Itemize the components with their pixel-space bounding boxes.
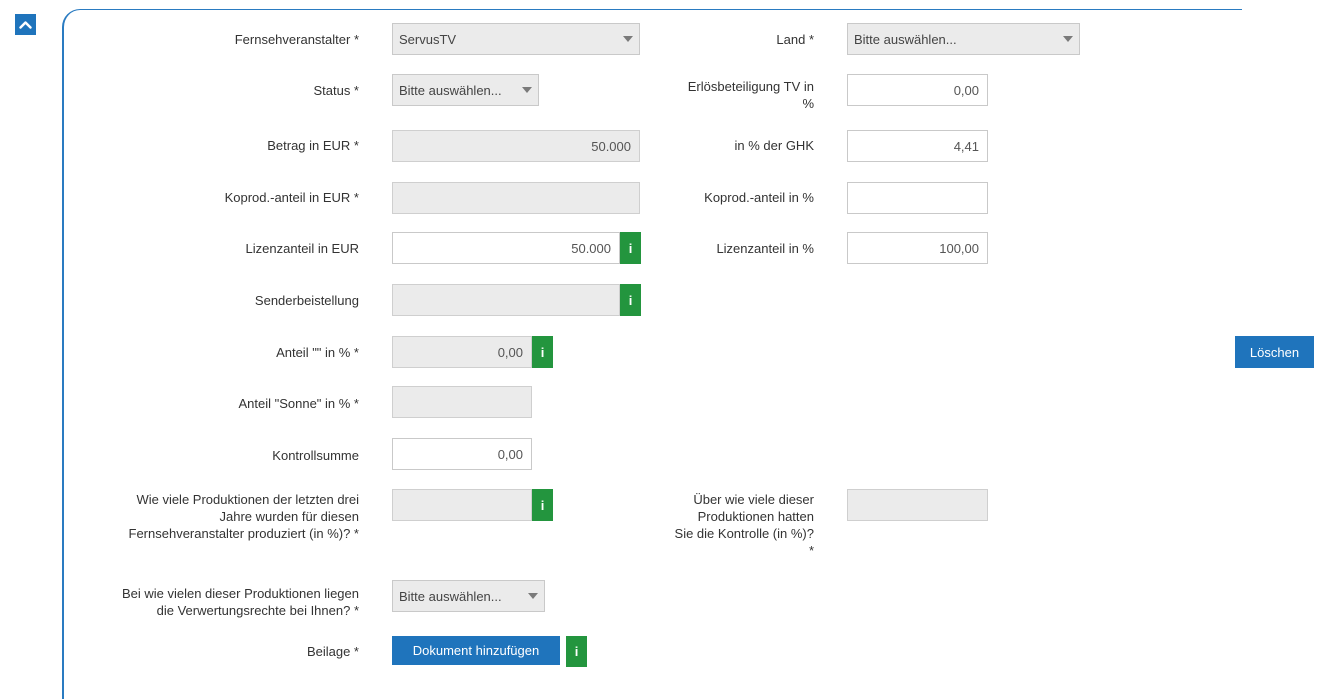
broadcaster-value: ServusTV [399, 31, 457, 47]
info-icon[interactable]: i [620, 232, 641, 264]
revenue-share-tv-label: Erlösbeteiligung TV in % [687, 79, 814, 111]
amount-eur-label: Betrag in EUR * [267, 138, 359, 153]
productions-pct-label: Wie viele Produktionen der letzten drei … [128, 492, 360, 541]
chevron-up-icon [19, 21, 32, 29]
chevron-down-icon [1063, 36, 1073, 42]
share-empty-label: Anteil "" in % * [276, 345, 359, 360]
control-pct-label: Über wie viele dieser Produktionen hatte… [674, 492, 814, 558]
info-icon[interactable]: i [532, 336, 553, 368]
amount-eur-field: 50.000 [392, 130, 640, 162]
chevron-down-icon [522, 87, 532, 93]
add-document-button[interactable]: Dokument hinzufügen [392, 636, 560, 665]
chevron-down-icon [623, 36, 633, 42]
sender-provision-field [392, 284, 620, 316]
rights-label: Bei wie vielen dieser Produktionen liege… [121, 586, 359, 618]
status-value: Bitte auswählen... [399, 82, 502, 98]
share-sonne-field [392, 386, 532, 418]
rights-value: Bitte auswählen... [399, 588, 502, 604]
country-label: Land * [776, 32, 814, 47]
broadcaster-select[interactable]: ServusTV [392, 23, 640, 55]
license-eur-label: Lizenzanteil in EUR [245, 241, 359, 256]
broadcaster-label: Fernsehveranstalter * [234, 32, 359, 47]
share-empty-field: 0,00 [392, 336, 532, 368]
attachment-label: Beilage * [306, 644, 359, 659]
coprod-eur-field [392, 182, 640, 214]
status-select[interactable]: Bitte auswählen... [392, 74, 539, 106]
checksum-label: Kontrollsumme [272, 448, 359, 463]
share-sonne-label: Anteil "Sonne" in % * [238, 396, 359, 411]
chevron-down-icon [528, 593, 538, 599]
info-icon[interactable]: i [620, 284, 641, 316]
license-pct-label: Lizenzanteil in % [716, 241, 814, 256]
delete-button[interactable]: Löschen [1235, 336, 1314, 368]
coprod-pct-label: Koprod.-anteil in % [704, 190, 814, 205]
sender-provision-label: Senderbeistellung [254, 293, 359, 308]
collapse-button[interactable] [15, 14, 36, 35]
country-value: Bitte auswählen... [854, 31, 957, 47]
productions-pct-field [392, 489, 532, 521]
control-pct-field [847, 489, 988, 521]
coprod-pct-input[interactable] [847, 182, 988, 214]
revenue-share-tv-input[interactable]: 0,00 [847, 74, 988, 106]
pct-ghk-label: in % der GHK [734, 138, 814, 153]
rights-select[interactable]: Bitte auswählen... [392, 580, 545, 612]
country-select[interactable]: Bitte auswählen... [847, 23, 1080, 55]
checksum-field: 0,00 [392, 438, 532, 470]
info-icon[interactable]: i [566, 636, 587, 667]
info-icon[interactable]: i [532, 489, 553, 521]
pct-ghk-input[interactable]: 4,41 [847, 130, 988, 162]
coprod-eur-label: Koprod.-anteil in EUR * [224, 190, 359, 205]
status-label: Status * [313, 83, 359, 98]
license-pct-input[interactable]: 100,00 [847, 232, 988, 264]
license-eur-input[interactable]: 50.000 [392, 232, 620, 264]
